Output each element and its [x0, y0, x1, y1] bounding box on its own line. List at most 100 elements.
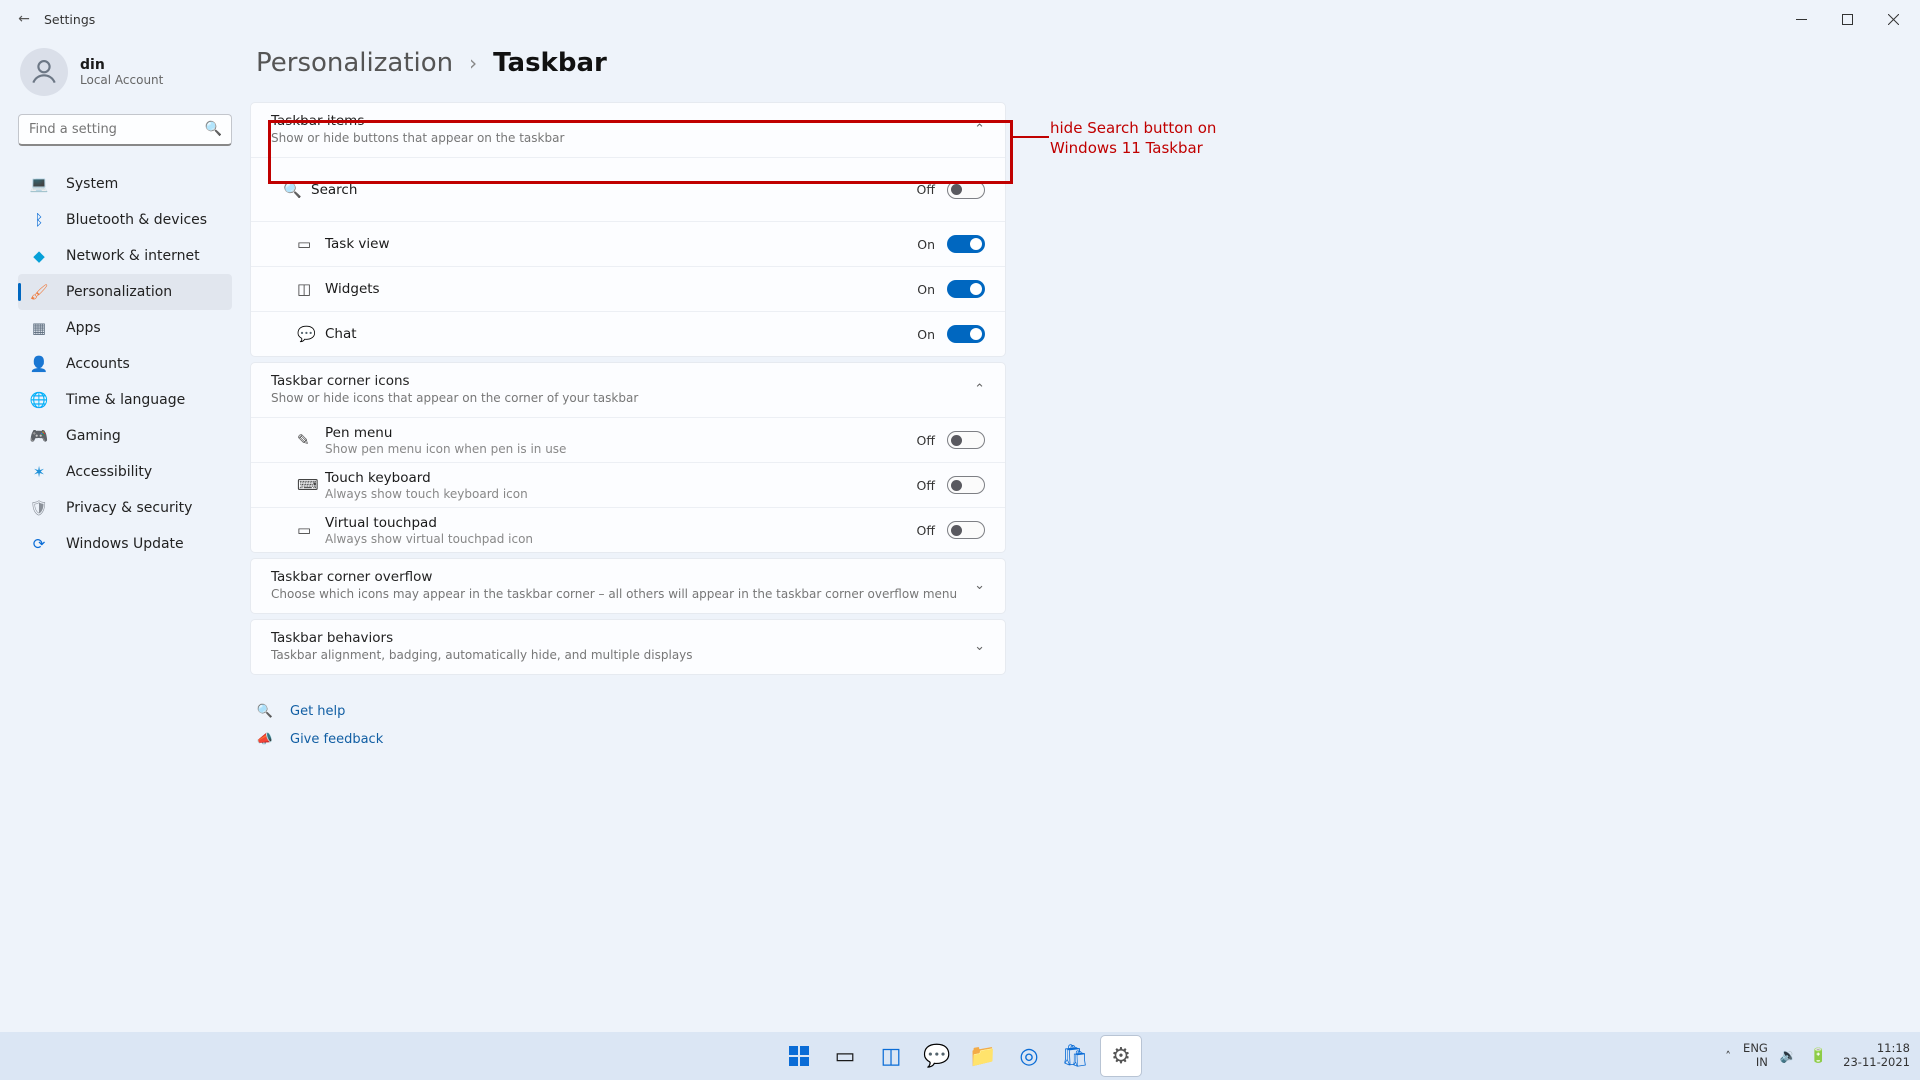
toggle-switch[interactable]	[947, 325, 985, 343]
annotation-leader-line	[1013, 136, 1049, 138]
nav-label: System	[66, 176, 118, 192]
breadcrumb-parent[interactable]: Personalization	[256, 48, 453, 78]
system-tray[interactable]: ˄ ENGIN 🔉 🔋 11:1823-11-2021	[1725, 1042, 1910, 1070]
row-icon: 💬	[297, 325, 325, 343]
nav-icon: 🖌	[30, 283, 48, 301]
sidebar-item-personalization[interactable]: 🖌 Personalization	[18, 274, 232, 310]
nav-icon: 👤	[30, 355, 48, 373]
help-icon: 🔍	[256, 704, 274, 719]
minimize-button[interactable]	[1778, 4, 1824, 34]
row-icon: ✎	[297, 431, 325, 449]
sidebar-item-accounts[interactable]: 👤 Accounts	[18, 346, 232, 382]
avatar-icon	[20, 48, 68, 96]
section-taskbar-items: Taskbar items Show or hide buttons that …	[250, 102, 1006, 357]
user-type: Local Account	[80, 73, 163, 87]
section-corner-icons: Taskbar corner icons Show or hide icons …	[250, 362, 1006, 553]
store-icon[interactable]: 🛍	[1055, 1036, 1095, 1076]
section-corner-overflow[interactable]: Taskbar corner overflow Choose which ico…	[250, 558, 1006, 614]
section-header-taskbar-items[interactable]: Taskbar items Show or hide buttons that …	[251, 103, 1005, 157]
tray-time: 11:18	[1843, 1042, 1910, 1056]
toggle-state-label: On	[917, 327, 935, 342]
nav-label: Accounts	[66, 356, 130, 372]
nav-label: Windows Update	[66, 536, 184, 552]
toggle-switch[interactable]	[947, 235, 985, 253]
sidebar-item-time-language[interactable]: 🌐 Time & language	[18, 382, 232, 418]
row-sublabel: Show pen menu icon when pen is in use	[325, 442, 917, 456]
nav-label: Accessibility	[66, 464, 152, 480]
nav-icon: 💻	[30, 175, 48, 193]
close-button[interactable]	[1870, 4, 1916, 34]
toggle-switch[interactable]	[947, 181, 985, 199]
back-button[interactable]: ←	[4, 11, 44, 27]
nav-icon: 🎮	[30, 427, 48, 445]
row-label: Search	[311, 182, 917, 198]
section-subtitle: Choose which icons may appear in the tas…	[271, 587, 974, 601]
maximize-button[interactable]	[1824, 4, 1870, 34]
sidebar-item-windows-update[interactable]: ⟳Windows Update	[18, 526, 232, 562]
sidebar-item-apps[interactable]: ▦Apps	[18, 310, 232, 346]
sidebar-item-privacy-security[interactable]: 🛡Privacy & security	[18, 490, 232, 526]
start-button[interactable]	[779, 1036, 819, 1076]
settings-search[interactable]: 🔍	[18, 114, 232, 146]
row-icon: ◫	[297, 280, 325, 298]
widgets-icon[interactable]: ◫	[871, 1036, 911, 1076]
task-view-icon[interactable]: ▭	[825, 1036, 865, 1076]
nav-icon: 🛡	[30, 499, 48, 517]
row-sublabel: Always show touch keyboard icon	[325, 487, 917, 501]
tray-lang1: ENG	[1743, 1042, 1768, 1056]
nav-label: Gaming	[66, 428, 121, 444]
row-icon: 🔍	[283, 181, 311, 199]
section-header-corner-icons[interactable]: Taskbar corner icons Show or hide icons …	[251, 363, 1005, 417]
toggle-switch[interactable]	[947, 431, 985, 449]
edge-icon[interactable]: ◎	[1009, 1036, 1049, 1076]
search-icon: 🔍	[205, 121, 222, 137]
setting-row-chat: 💬 Chat On	[251, 311, 1005, 356]
row-label: Pen menu	[325, 425, 917, 441]
help-links: 🔍Get help 📣Give feedback	[250, 697, 1006, 753]
sidebar-item-accessibility[interactable]: ✶ Accessibility	[18, 454, 232, 490]
section-title: Taskbar items	[271, 113, 974, 129]
os-taskbar[interactable]: ▭ ◫ 💬 📁 ◎ 🛍 ⚙ ˄ ENGIN 🔉 🔋 11:1823-11-202…	[0, 1032, 1920, 1080]
toggle-state-label: Off	[917, 433, 935, 448]
nav-label: Personalization	[66, 284, 172, 300]
setting-row-pen-menu: ✎ Pen menuShow pen menu icon when pen is…	[251, 417, 1005, 462]
search-input[interactable]	[18, 114, 232, 146]
tray-status-icons[interactable]: 🔉 🔋	[1780, 1048, 1831, 1064]
file-explorer-icon[interactable]: 📁	[963, 1036, 1003, 1076]
give-feedback-link[interactable]: Give feedback	[290, 732, 383, 747]
setting-row-search: 🔍 Search Off	[251, 157, 1005, 221]
chevron-down-icon: ⌄	[974, 639, 985, 654]
toggle-switch[interactable]	[947, 521, 985, 539]
setting-row-widgets: ◫ Widgets On	[251, 266, 1005, 311]
nav-icon: ◆	[30, 247, 48, 265]
window-titlebar: ← Settings	[0, 0, 1920, 38]
section-subtitle: Show or hide icons that appear on the co…	[271, 391, 974, 405]
toggle-switch[interactable]	[947, 280, 985, 298]
settings-taskbar-icon[interactable]: ⚙	[1101, 1036, 1141, 1076]
toggle-state-label: On	[917, 282, 935, 297]
annotation-text: hide Search button on Windows 11 Taskbar	[1050, 118, 1250, 159]
user-block[interactable]: din Local Account	[18, 48, 232, 96]
tray-lang2: IN	[1743, 1056, 1768, 1070]
chevron-up-icon: ⌃	[974, 122, 985, 137]
chevron-right-icon: ›	[469, 51, 477, 75]
section-taskbar-behaviors[interactable]: Taskbar behaviors Taskbar alignment, bad…	[250, 619, 1006, 675]
setting-row-task-view: ▭ Task view On	[251, 221, 1005, 266]
nav-icon: ✶	[30, 463, 48, 481]
setting-row-touch-keyboard: ⌨ Touch keyboardAlways show touch keyboa…	[251, 462, 1005, 507]
toggle-switch[interactable]	[947, 476, 985, 494]
nav-icon: 🌐	[30, 391, 48, 409]
tray-chevron-icon[interactable]: ˄	[1725, 1049, 1731, 1063]
chat-icon[interactable]: 💬	[917, 1036, 957, 1076]
sidebar-item-bluetooth-devices[interactable]: ᛒBluetooth & devices	[18, 202, 232, 238]
user-name: din	[80, 57, 163, 73]
section-subtitle: Show or hide buttons that appear on the …	[271, 131, 974, 145]
get-help-link[interactable]: Get help	[290, 704, 345, 719]
toggle-state-label: Off	[917, 182, 935, 197]
sidebar-item-system[interactable]: 💻 System	[18, 166, 232, 202]
nav-label: Time & language	[66, 392, 185, 408]
nav-icon: ▦	[30, 319, 48, 337]
sidebar-item-gaming[interactable]: 🎮 Gaming	[18, 418, 232, 454]
sidebar-item-network-internet[interactable]: ◆Network & internet	[18, 238, 232, 274]
toggle-state-label: Off	[917, 523, 935, 538]
